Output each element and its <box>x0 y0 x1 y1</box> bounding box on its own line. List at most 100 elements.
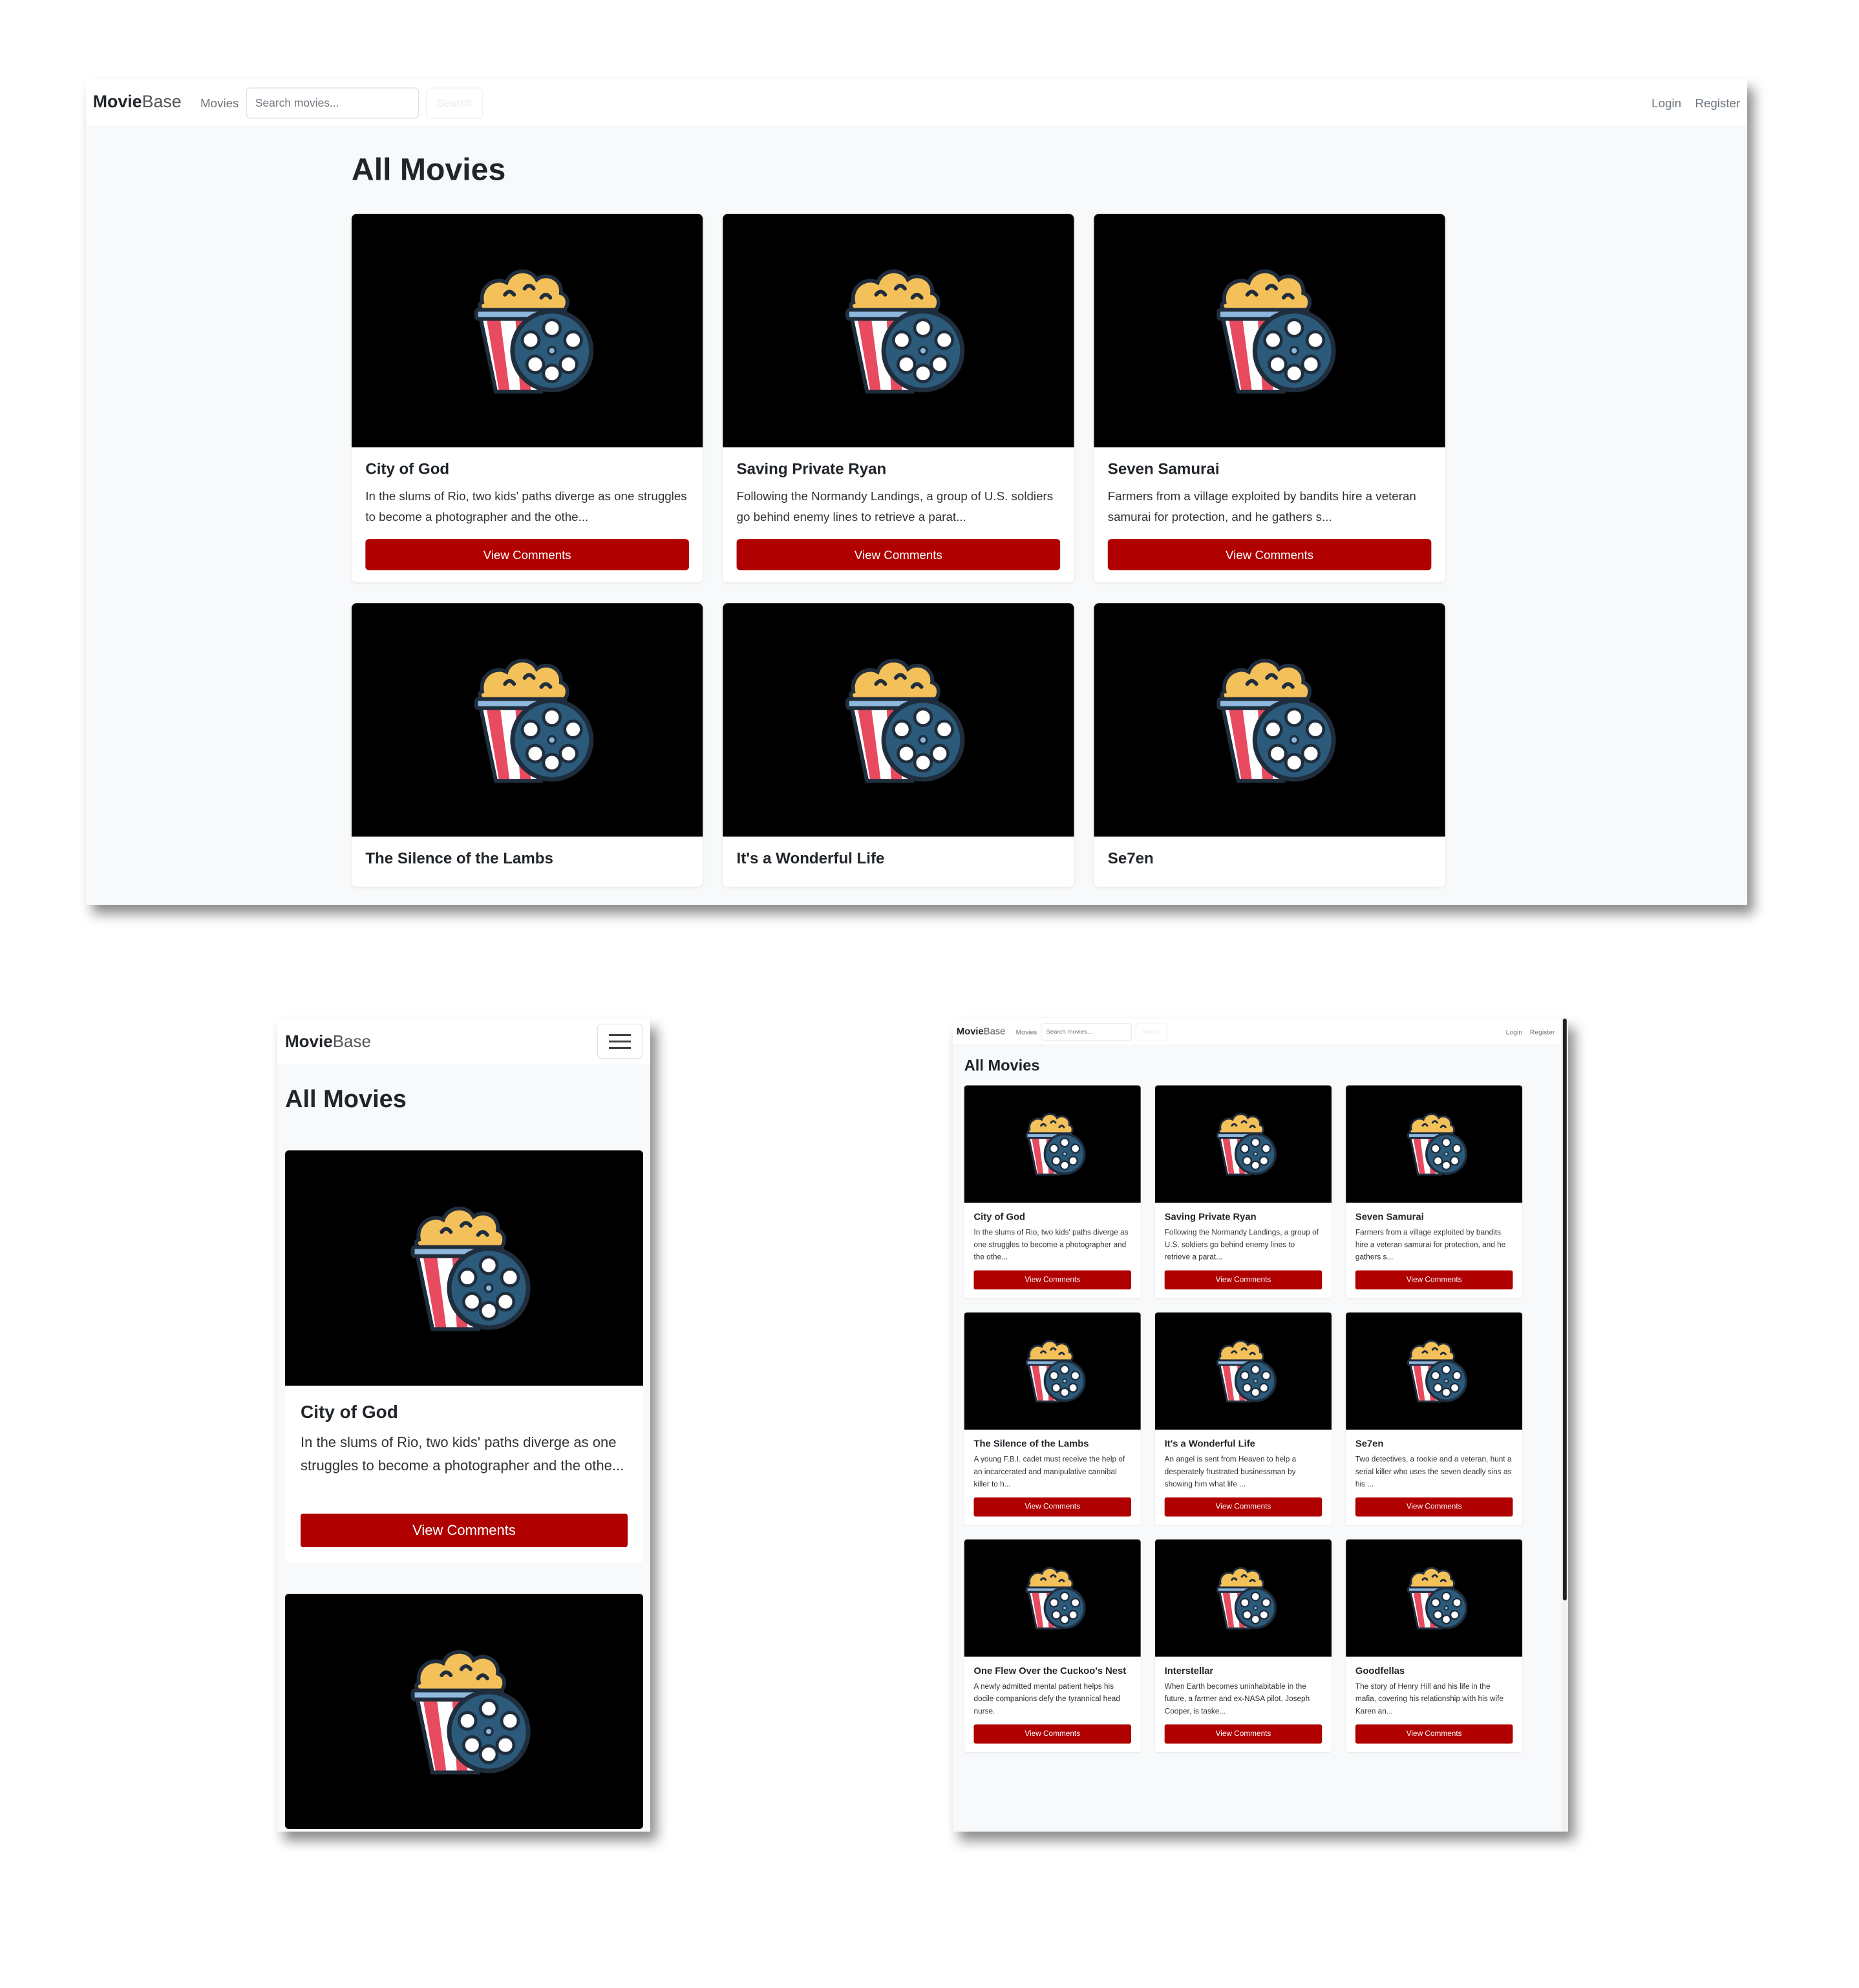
movie-card: It's a Wonderful Life An angel is sent fr… <box>1154 1312 1332 1525</box>
popcorn-film-reel-icon <box>823 255 974 406</box>
view-comments-button[interactable]: View Comments <box>1355 1270 1513 1290</box>
brand-logo[interactable]: MovieBase <box>957 1026 1005 1037</box>
mobile-screenshot: MovieBase All Movies City of God In the … <box>277 1019 650 1832</box>
movie-card: Goodfellas The story of Henry Hill and hi… <box>1346 1539 1523 1753</box>
search-input[interactable]: Search movies... <box>246 87 419 118</box>
view-comments-button[interactable]: View Comments <box>1107 539 1432 571</box>
brand-logo[interactable]: MovieBase <box>285 1031 371 1052</box>
movie-card: The Silence of the Lambs <box>351 603 703 887</box>
desktop-screenshot: MovieBase Movies Search movies... Search… <box>86 79 1747 905</box>
view-comments-button[interactable]: View Comments <box>973 1270 1132 1290</box>
view-comments-button[interactable]: View Comments <box>1355 1724 1513 1744</box>
movie-grid: City of God In the slums of Rio, two kid… <box>351 213 1445 887</box>
popcorn-film-reel-icon <box>388 1192 540 1344</box>
view-comments-button[interactable]: View Comments <box>1355 1497 1513 1517</box>
popcorn-film-reel-icon <box>1396 1333 1472 1409</box>
movie-title: Seven Samurai <box>1107 460 1220 478</box>
movie-title: Saving Private Ryan <box>736 460 887 478</box>
movie-title: It's a Wonderful Life <box>1164 1439 1255 1450</box>
movie-poster <box>1346 1539 1523 1657</box>
movie-description: An angel is sent from Heaven to help a d… <box>1164 1455 1297 1488</box>
movie-description: When Earth becomes uninhabitable in the … <box>1164 1682 1310 1716</box>
movie-poster <box>1154 1312 1332 1430</box>
movie-poster <box>351 213 703 448</box>
movie-description: Following the Normandy Landings, a group… <box>736 489 1054 523</box>
movie-card: The Silence of the Lambs A young F.B.I. c… <box>964 1312 1141 1525</box>
movie-title: Saving Private Ryan <box>1164 1211 1257 1223</box>
movie-poster <box>285 1594 643 1829</box>
nav-link-movies[interactable]: Movies <box>200 96 239 109</box>
movie-description: In the slums of Rio, two kids' paths div… <box>301 1434 624 1474</box>
movie-card: City of God In the slums of Rio, two kids… <box>964 1085 1141 1298</box>
movie-card: Se7en Two detectives, a rookie and a vete… <box>1346 1312 1523 1525</box>
movie-title: Se7en <box>1355 1439 1384 1450</box>
nav-link-movies[interactable]: Movies <box>1016 1028 1037 1035</box>
movie-card: It's a Wonderful Life <box>723 603 1074 887</box>
movie-poster <box>964 1085 1141 1203</box>
view-comments-button[interactable]: View Comments <box>365 539 689 571</box>
movie-title: Interstellar <box>1164 1665 1214 1676</box>
movie-poster <box>285 1150 643 1386</box>
movie-poster <box>1154 1539 1332 1657</box>
movie-description: Farmers from a village exploited by band… <box>1107 489 1416 523</box>
view-comments-button[interactable]: View Comments <box>1164 1497 1323 1517</box>
search-button[interactable]: Search <box>1135 1023 1167 1041</box>
page-title: All Movies <box>285 1086 407 1113</box>
scrollbar[interactable] <box>1561 1019 1568 1832</box>
movie-poster <box>723 603 1074 837</box>
popcorn-film-reel-icon <box>1205 1106 1281 1182</box>
movie-poster <box>723 213 1074 448</box>
popcorn-film-reel-icon <box>1014 1333 1090 1409</box>
movie-poster <box>1346 1312 1523 1430</box>
movie-poster <box>1094 603 1445 837</box>
popcorn-film-reel-icon <box>452 255 603 406</box>
movie-description: In the slums of Rio, two kids' paths div… <box>365 489 687 523</box>
search-button[interactable]: Search <box>425 87 483 118</box>
popcorn-film-reel-icon <box>1014 1106 1090 1182</box>
movie-description: Following the Normandy Landings, a group… <box>1164 1228 1319 1262</box>
register-link[interactable]: Register <box>1695 96 1740 109</box>
movie-card: Saving Private Ryan Following the Norman… <box>723 213 1074 583</box>
movie-title: The Silence of the Lambs <box>365 849 553 867</box>
movie-title: City of God <box>301 1402 398 1422</box>
page-title: All Movies <box>964 1057 1040 1074</box>
view-comments-button[interactable]: View Comments <box>1164 1724 1323 1744</box>
brand-logo[interactable]: MovieBase <box>93 92 182 112</box>
movie-description: In the slums of Rio, two kids' paths div… <box>973 1228 1129 1262</box>
movie-grid: City of God In the slums of Rio, two kids… <box>964 1085 1523 1753</box>
movie-description: A young F.B.I. cadet must receive the he… <box>973 1455 1125 1488</box>
movie-title: Se7en <box>1107 849 1154 867</box>
tablet-screenshot: MovieBase Movies Search movies... Search… <box>953 1019 1568 1832</box>
hamburger-menu-icon[interactable] <box>597 1024 643 1059</box>
popcorn-film-reel-icon <box>1014 1560 1090 1636</box>
movie-title: The Silence of the Lambs <box>973 1439 1089 1450</box>
popcorn-film-reel-icon <box>388 1636 540 1788</box>
view-comments-button[interactable]: View Comments <box>973 1497 1132 1517</box>
view-comments-button[interactable]: View Comments <box>736 539 1061 571</box>
movie-card: Seven Samurai Farmers from a village expl… <box>1346 1085 1523 1298</box>
movie-title: City of God <box>973 1211 1026 1223</box>
movie-description: Farmers from a village exploited by band… <box>1355 1228 1506 1262</box>
movie-title: City of God <box>365 460 450 478</box>
view-comments-button[interactable]: View Comments <box>1164 1270 1323 1290</box>
movie-poster <box>964 1539 1141 1657</box>
movie-card: Se7en <box>1094 603 1445 887</box>
popcorn-film-reel-icon <box>1205 1333 1281 1409</box>
view-comments-button[interactable]: View Comments <box>973 1724 1132 1744</box>
movie-poster <box>351 603 703 837</box>
login-link[interactable]: Login <box>1506 1028 1522 1035</box>
movie-poster <box>1154 1085 1332 1203</box>
movie-card: One Flew Over the Cuckoo's Nest A newly a… <box>964 1539 1141 1753</box>
movie-card: Seven Samurai Farmers from a village exp… <box>1094 213 1445 583</box>
view-comments-button[interactable]: View Comments <box>301 1514 628 1547</box>
popcorn-film-reel-icon <box>823 644 974 796</box>
register-link[interactable]: Register <box>1530 1028 1555 1035</box>
movie-title: Goodfellas <box>1355 1665 1405 1676</box>
popcorn-film-reel-icon <box>1194 255 1345 406</box>
search-input[interactable]: Search movies... <box>1041 1023 1132 1041</box>
movie-poster <box>1346 1085 1523 1203</box>
popcorn-film-reel-icon <box>1396 1560 1472 1636</box>
popcorn-film-reel-icon <box>1194 644 1345 796</box>
login-link[interactable]: Login <box>1652 96 1681 109</box>
popcorn-film-reel-icon <box>1396 1106 1472 1182</box>
